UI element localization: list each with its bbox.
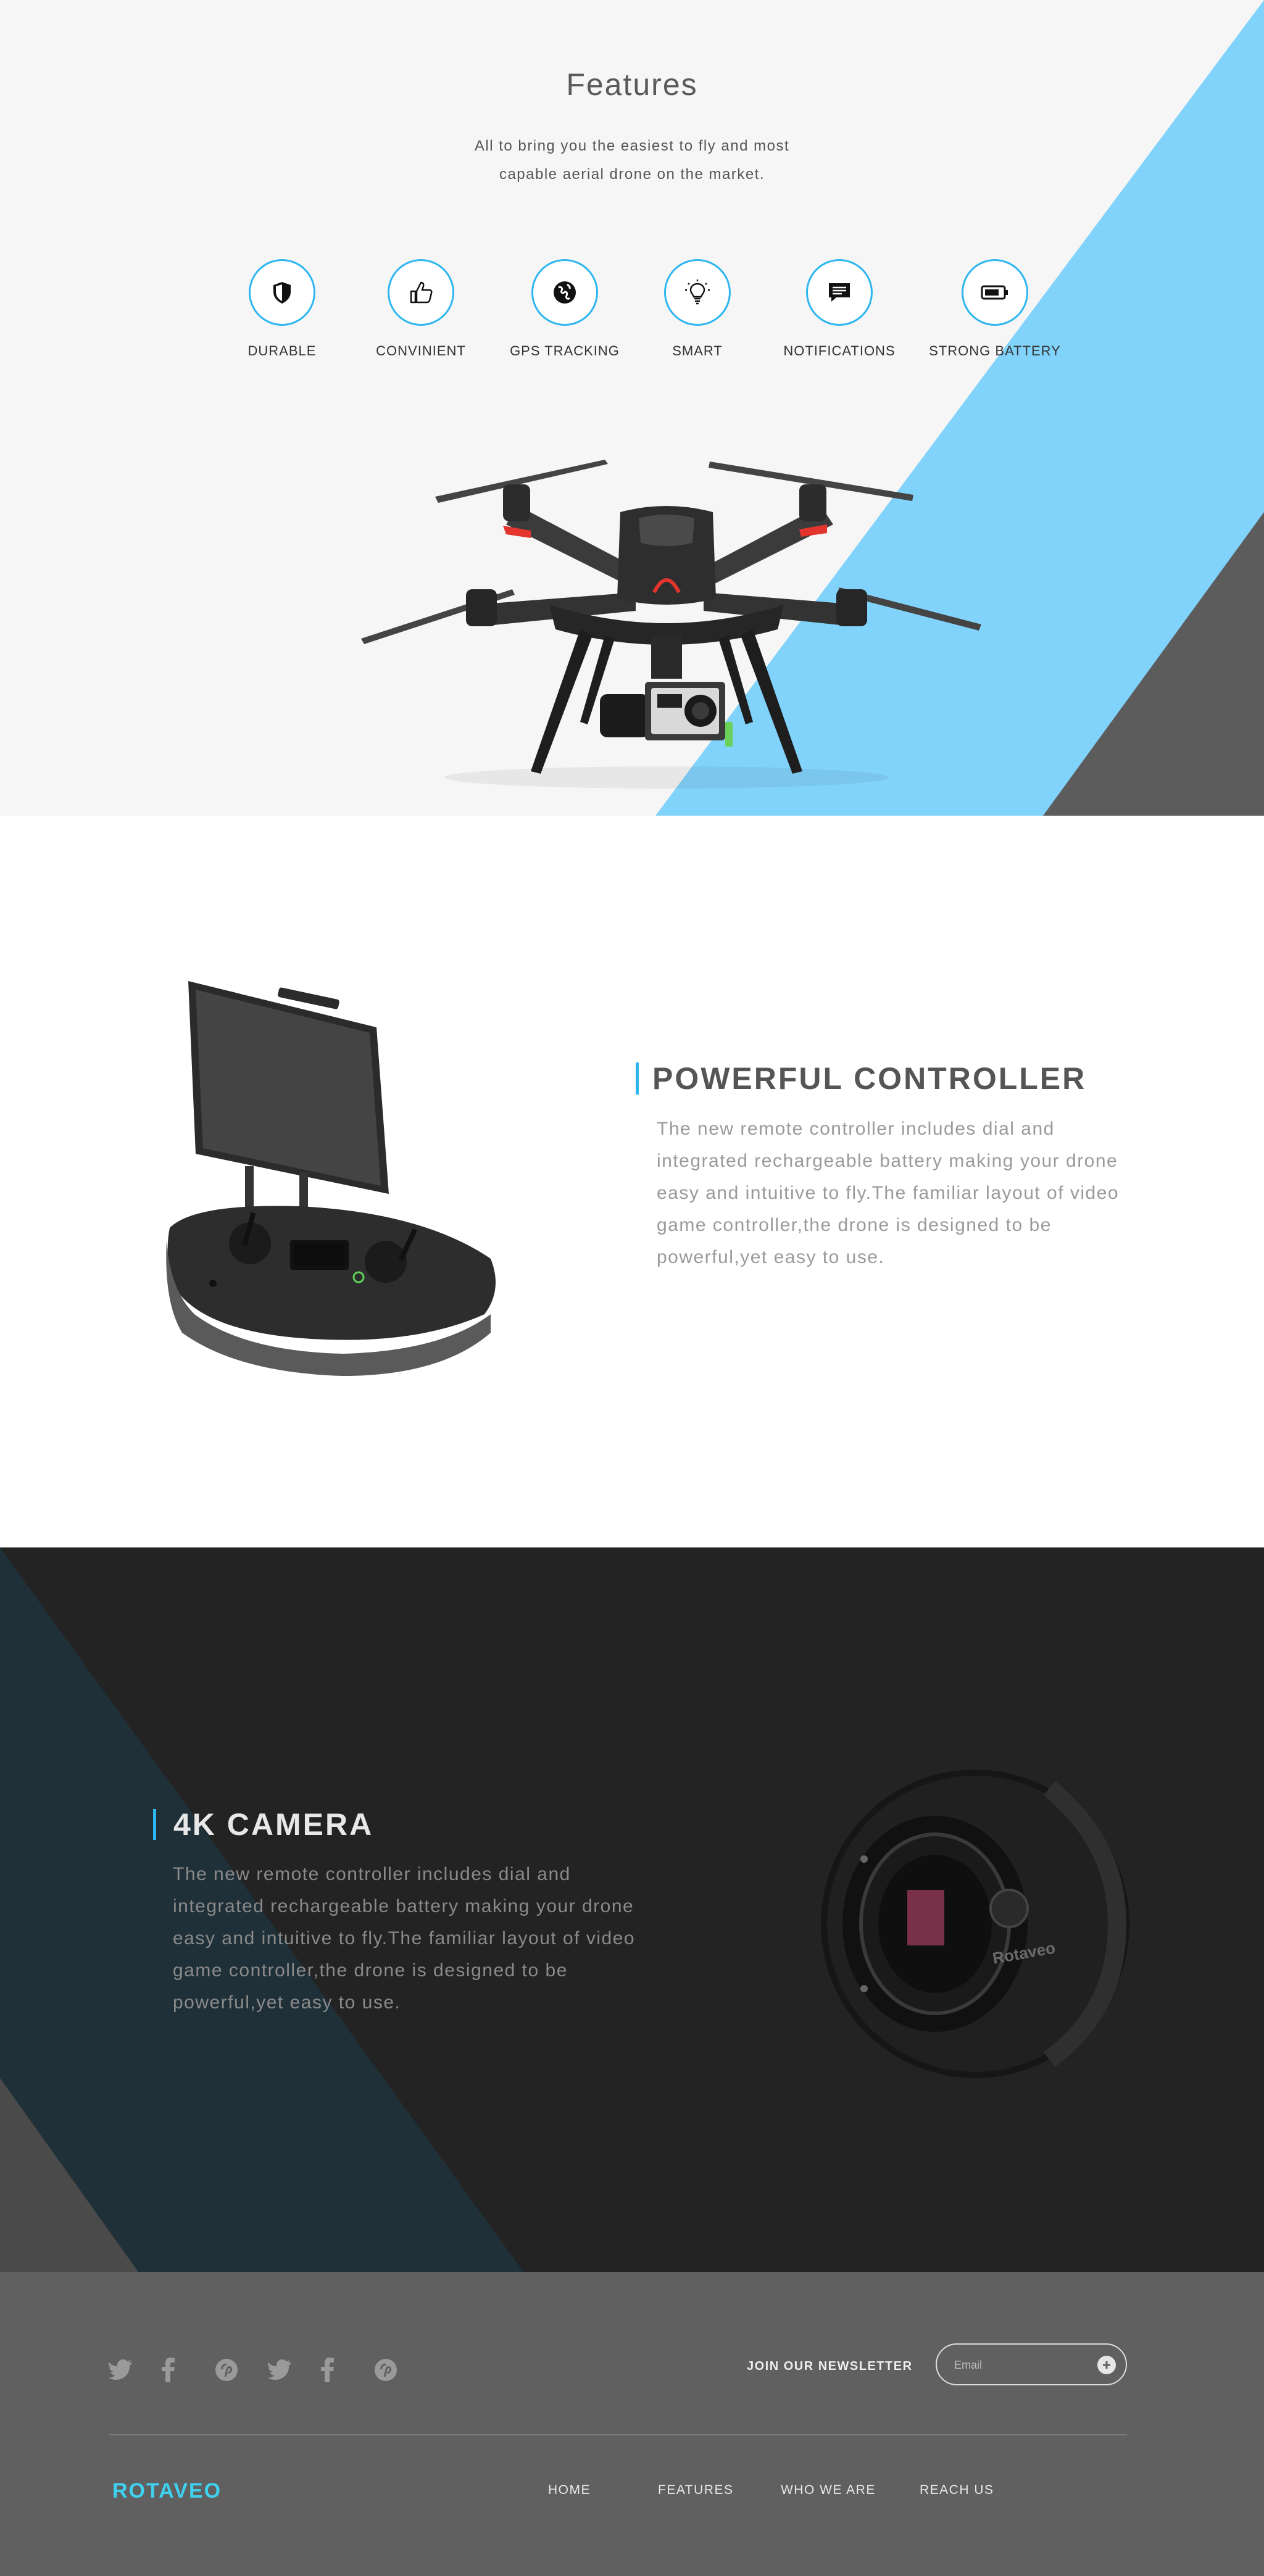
controller-image: [166, 981, 496, 1376]
feature-smart: SMART: [617, 259, 778, 359]
features-title: Features: [566, 67, 698, 102]
chat-icon: [829, 283, 850, 302]
feature-icon-circle: [664, 259, 731, 326]
feature-label: DURABLE: [247, 343, 317, 358]
battery-icon: [981, 285, 1008, 300]
feature-notifications: NOTIFICATIONS: [759, 259, 920, 359]
newsletter-email-input[interactable]: [953, 2352, 1091, 2378]
footer-nav-home[interactable]: HOME: [548, 2483, 591, 2498]
drone-image: [361, 460, 981, 789]
facebook-icon[interactable]: [321, 2348, 374, 2392]
camera-title: 4K CAMERA: [153, 1809, 373, 1840]
feature-strong-battery: STRONG BATTERY: [915, 259, 1075, 359]
footer: JOIN OUR NEWSLETTER ROTAVEO HOME FEATURE…: [0, 2272, 1264, 2576]
controller-title: POWERFUL CONTROLLER: [636, 1062, 1086, 1095]
newsletter-label: JOIN OUR NEWSLETTER: [747, 2359, 913, 2373]
feature-icon-circle: [531, 259, 598, 326]
lightbulb-icon: [685, 280, 710, 305]
newsletter-submit-button[interactable]: [1097, 2356, 1116, 2374]
twitter-icon[interactable]: [109, 2348, 162, 2392]
camera-section: 4K CAMERA The new remote controller incl…: [0, 1547, 1264, 2272]
controller-description: The new remote controller includes dial …: [657, 1119, 1120, 1267]
camera-image: Rotaveo: [821, 1770, 1129, 2078]
features-subtitle: All to bring you the easiest to fly and …: [474, 138, 790, 183]
footer-divider: [109, 2434, 1127, 2435]
newsletter-form: [936, 2343, 1127, 2385]
shield-icon: [273, 282, 291, 304]
feature-icon-circle: [388, 259, 454, 326]
feature-label: SMART: [672, 343, 723, 358]
footer-nav-reach-us[interactable]: REACH US: [920, 2483, 994, 2498]
footer-nav-who-we-are[interactable]: WHO WE ARE: [781, 2483, 876, 2498]
feature-durable: DURABLE: [202, 259, 362, 359]
footer-logo[interactable]: ROTAVEO: [112, 2479, 222, 2503]
feature-icon-circle: [962, 259, 1028, 326]
controller-section: POWERFUL CONTROLLER The new remote contr…: [0, 816, 1264, 1547]
feature-icon-circle: [249, 259, 315, 326]
thumbs-up-icon: [410, 281, 433, 304]
plus-icon: [1103, 2361, 1110, 2369]
globe-icon: [554, 281, 576, 304]
feature-convinient: CONVINIENT: [341, 259, 501, 359]
pinterest-icon[interactable]: [374, 2348, 427, 2392]
feature-label: NOTIFICATIONS: [783, 343, 896, 358]
camera-description: The new remote controller includes dial …: [173, 1864, 636, 2013]
pinterest-icon[interactable]: [215, 2348, 268, 2392]
feature-label: CONVINIENT: [376, 343, 466, 358]
footer-nav-features[interactable]: FEATURES: [658, 2483, 733, 2498]
features-section: Features All to bring you the easiest to…: [0, 0, 1264, 816]
feature-icon-circle: [806, 259, 873, 326]
social-links: [109, 2348, 427, 2392]
facebook-icon[interactable]: [162, 2348, 215, 2392]
twitter-icon[interactable]: [268, 2348, 321, 2392]
feature-label: STRONG BATTERY: [929, 343, 1061, 358]
